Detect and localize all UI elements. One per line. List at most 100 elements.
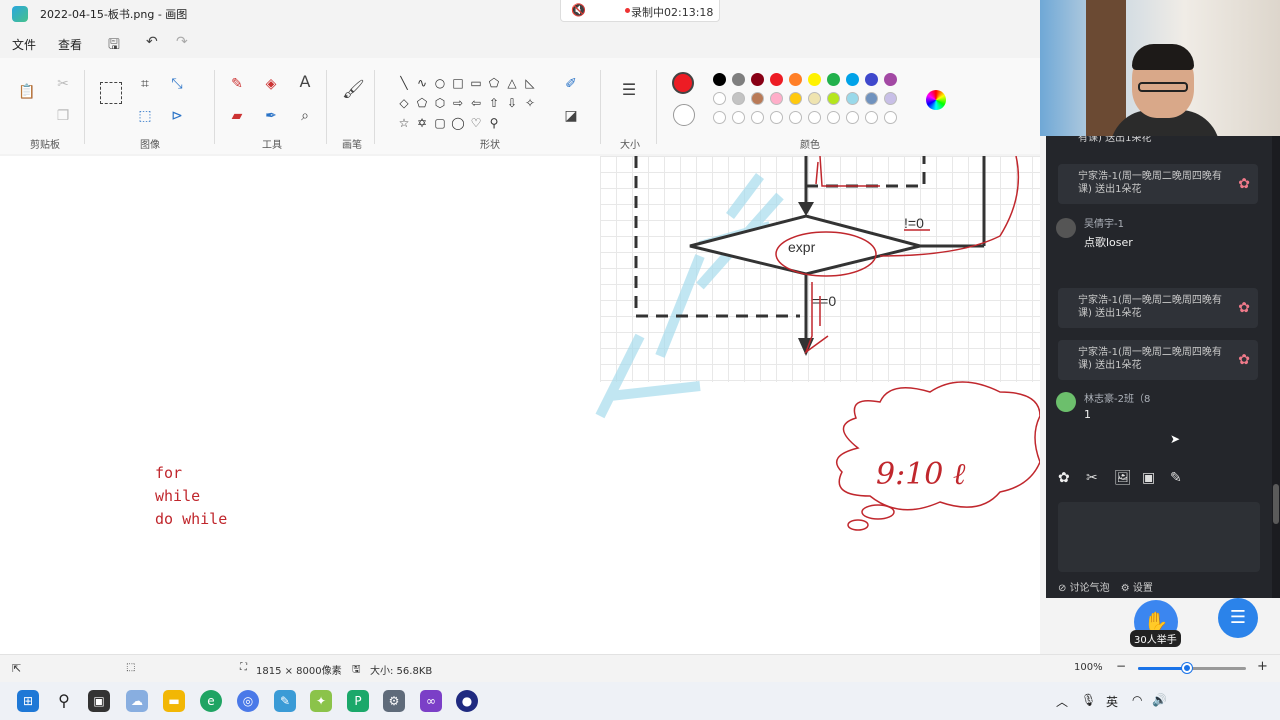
edge-browser-icon[interactable]: e [200,690,222,712]
color-swatch[interactable] [713,73,726,86]
shape-tool-6[interactable]: △ [503,74,521,92]
save-icon[interactable]: 🖫 [108,34,120,58]
color-swatch[interactable] [770,111,783,124]
shape-tool-2[interactable]: ○ [431,74,449,92]
shape-tool-21[interactable]: ⚲ [485,114,503,132]
text-tool-icon[interactable]: A [296,74,314,90]
menu-view[interactable]: 查看 [58,36,82,53]
color-swatch[interactable] [846,73,859,86]
color-swatch[interactable] [827,73,840,86]
color-swatch[interactable] [789,92,802,105]
green-app-icon[interactable]: ✦ [310,690,332,712]
shape-tool-4[interactable]: ▭ [467,74,485,92]
file-explorer-icon[interactable]: ▬ [163,690,185,712]
paste-icon[interactable]: 📋 [18,84,36,100]
color-swatch[interactable] [884,92,897,105]
cut-icon[interactable]: ✂ [54,76,72,92]
color-swatch[interactable] [827,111,840,124]
shape-tool-20[interactable]: ♡ [467,114,485,132]
select-icon[interactable] [100,82,122,104]
screenshot-icon[interactable]: ▣ [1142,470,1155,486]
shape-tool-16[interactable]: ☆ [395,114,413,132]
color-swatch[interactable] [751,111,764,124]
color-swatch[interactable] [751,73,764,86]
paint-taskbar-icon[interactable]: ✎ [274,690,296,712]
color-swatch[interactable] [789,111,802,124]
color-swatch[interactable] [789,73,802,86]
zoom-slider-handle[interactable] [1181,663,1192,673]
app-cloud-icon[interactable]: ☁ [126,690,148,712]
color-swatch[interactable] [732,92,745,105]
meeting-app-icon[interactable]: ● [456,690,478,712]
shape-tool-3[interactable]: □ [449,74,467,92]
settings-gear-icon[interactable]: ⚙ [1121,583,1130,594]
chat-toggle-button[interactable]: ☰ [1218,598,1258,638]
shape-tool-14[interactable]: ⇩ [503,94,521,112]
secondary-color-swatch[interactable] [673,104,695,126]
color-swatch[interactable] [884,111,897,124]
shape-tool-5[interactable]: ⬠ [485,74,503,92]
copy-icon[interactable]: ❐ [54,108,72,124]
edit-colors-icon[interactable] [926,90,946,110]
crop-icon[interactable]: ⌗ [136,76,154,92]
volume-icon[interactable]: 🔊 [1152,693,1167,707]
pencil-icon[interactable]: ✎ [228,76,246,92]
brush-icon[interactable]: 🖌 [342,81,365,99]
color-swatch[interactable] [865,73,878,86]
redo-icon[interactable]: ↷ [176,34,188,50]
color-swatch[interactable] [751,92,764,105]
recording-indicator[interactable]: 🔇 录制中02:13:18 [560,0,720,22]
shape-tool-15[interactable]: ✧ [521,94,539,112]
shape-tool-7[interactable]: ◺ [521,74,539,92]
zoom-in-button[interactable]: + [1257,659,1268,674]
edit-message-icon[interactable]: ✎ [1170,470,1182,486]
flower-gift-icon[interactable]: ✿ [1058,470,1070,486]
shape-fill-icon[interactable]: ◪ [562,108,580,124]
visual-studio-icon[interactable]: ∞ [420,690,442,712]
chrome-like-icon[interactable]: ◎ [237,690,259,712]
scissors-icon[interactable]: ✂ [1086,470,1098,486]
wifi-icon[interactable]: ◠ [1132,693,1142,707]
image-select-icon[interactable]: ⬚ [136,108,154,124]
color-swatch[interactable] [865,111,878,124]
menu-file[interactable]: 文件 [12,36,36,53]
color-swatch[interactable] [713,111,726,124]
shape-tool-9[interactable]: ⬠ [413,94,431,112]
color-swatch[interactable] [732,73,745,86]
color-swatch[interactable] [770,92,783,105]
image-icon[interactable]: 🖼 [1114,470,1132,486]
color-swatch[interactable] [808,73,821,86]
settings-gear-icon[interactable]: ⚙ [383,690,405,712]
shape-tool-1[interactable]: ∿ [413,74,431,92]
color-swatch[interactable] [808,111,821,124]
color-swatch[interactable] [865,92,878,105]
line-size-icon[interactable]: ☰ [620,82,638,98]
primary-color-swatch[interactable] [672,72,694,94]
color-swatch[interactable] [713,92,726,105]
mute-speaker-icon[interactable]: 🔇 [571,3,586,17]
zoom-out-button[interactable]: − [1116,659,1126,673]
zoom-slider[interactable] [1138,663,1246,673]
color-swatch[interactable] [732,111,745,124]
pdf-app-icon[interactable]: P [347,690,369,712]
shape-tool-19[interactable]: ◯ [449,114,467,132]
shape-tool-18[interactable]: ▢ [431,114,449,132]
microphone-icon[interactable]: 🎙 [1081,693,1096,707]
shape-tool-11[interactable]: ⇨ [449,94,467,112]
color-swatch[interactable] [846,92,859,105]
chat-scrollbar[interactable] [1272,136,1280,598]
discussion-bubble-toggle[interactable]: 讨论气泡 [1070,583,1110,594]
ime-indicator[interactable]: 英 [1106,693,1118,710]
tray-chevron-icon[interactable]: ︿ [1056,693,1068,710]
shape-tool-0[interactable]: ╲ [395,74,413,92]
chat-settings-link[interactable]: 设置 [1133,583,1153,594]
eraser-icon[interactable]: ▰ [228,108,246,124]
color-swatch[interactable] [884,73,897,86]
outline-icon[interactable]: ✐ [562,76,580,92]
bubble-off-icon[interactable]: ⊘ [1058,583,1066,594]
magnifier-icon[interactable]: ⌕ [296,108,314,124]
color-swatch[interactable] [770,73,783,86]
chat-message-input[interactable] [1058,502,1260,572]
shape-tool-10[interactable]: ⬡ [431,94,449,112]
rotate-icon[interactable]: ⊳ [168,108,186,124]
